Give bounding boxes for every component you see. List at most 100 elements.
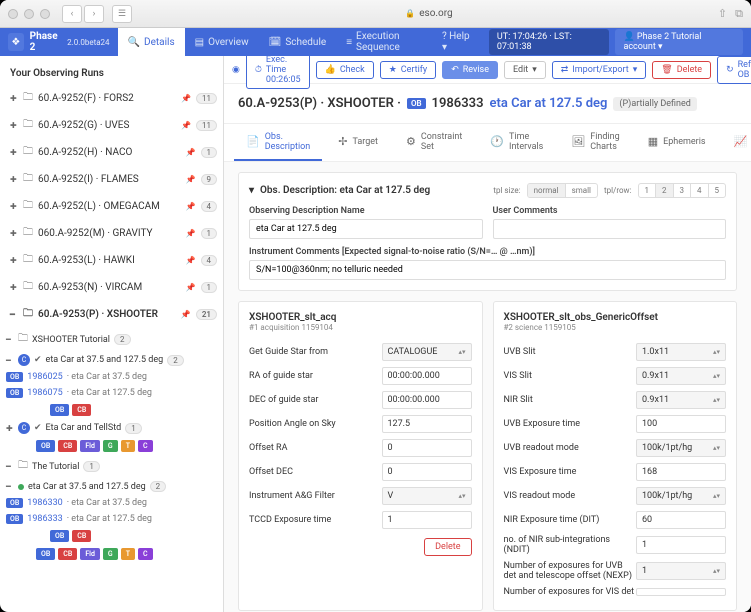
subtab-obs-description[interactable]: 📄Obs. Description	[234, 124, 322, 161]
sidebar-toggle[interactable]: ☰	[112, 5, 132, 23]
param-row: Number of exposures for UVB det and tele…	[504, 558, 727, 584]
param-value[interactable]: 1	[382, 511, 472, 529]
param-row: Position Angle on Sky127.5	[249, 412, 472, 436]
param-value[interactable]: 100k/1pt/hg▴▾	[636, 439, 726, 457]
delete-button[interactable]: 🗑Delete	[652, 61, 711, 79]
instr-comments-input[interactable]	[249, 260, 726, 280]
chip-row: OBCBFldGTC	[0, 437, 223, 455]
tree-folder[interactable]: ━🗀XSHOOTER Tutorial2	[0, 328, 223, 351]
select-arrows-icon: ▴▾	[713, 372, 720, 380]
import-export-menu[interactable]: ⇄Import/Export ▾	[552, 61, 647, 79]
param-value[interactable]: V▴▾	[382, 487, 472, 505]
exec-time-button[interactable]: ⏱Exec. Time 00:26:05	[246, 56, 310, 89]
tree-ob[interactable]: OB1986330· eta Car at 37.5 deg	[0, 495, 223, 511]
param-value[interactable]: 0	[382, 463, 472, 481]
field-label: Observing Description Name	[249, 206, 483, 216]
param-value[interactable]: 100	[636, 415, 726, 433]
param-label: UVB readout mode	[504, 443, 637, 453]
obs-name-input[interactable]	[249, 219, 483, 239]
run-item[interactable]: ✚🗀60.A-9252(L) · OMEGACAM📌4	[0, 193, 223, 220]
param-value[interactable]: CATALOGUE▴▾	[382, 343, 472, 361]
param-row: Number of exposures for VIS det	[504, 584, 727, 600]
param-value[interactable]: 168	[636, 463, 726, 481]
window-controls[interactable]	[8, 9, 50, 19]
account-menu[interactable]: 👤 Phase 2 Tutorial account ▾	[615, 29, 743, 55]
tab-exec-sequence[interactable]: ≡Execution Sequence	[336, 28, 434, 56]
target-icon: ✢	[338, 135, 347, 148]
chip-ob[interactable]: OB	[50, 404, 69, 416]
tree-container[interactable]: ✚C✔Eta Car and TellStd1	[0, 419, 223, 437]
param-value[interactable]: 0.9x11▴▾	[636, 367, 726, 385]
param-row: RA of guide star00:00:00.000	[249, 364, 472, 388]
run-item[interactable]: ✚🗀60.A-9252(G) · UVES📌11	[0, 112, 223, 139]
param-row: Instrument A&G FilterV▴▾	[249, 484, 472, 508]
param-value[interactable]: 0.9x11▴▾	[636, 391, 726, 409]
run-item[interactable]: ✚🗀60.A-9252(F) · FORS2📌11	[0, 85, 223, 112]
param-value[interactable]: 1▴▾	[636, 562, 726, 580]
subtab-target[interactable]: ✢Target	[326, 124, 390, 161]
tab-details[interactable]: 🔍Details	[118, 28, 185, 56]
tpl-size-toggle[interactable]: normalsmall	[527, 183, 598, 198]
tab-schedule[interactable]: 🗓Schedule	[259, 28, 337, 56]
subtab-ephemeris[interactable]: ▦Ephemeris	[636, 124, 718, 161]
calendar-icon: 🗓	[269, 37, 282, 48]
run-item[interactable]: ✚🗀60.A-9253(N) · VIRCAM📌1	[0, 274, 223, 301]
revise-button[interactable]: ↶Revise	[442, 61, 498, 79]
run-item[interactable]: ✚🗀60.A-9252(I) · FLAMES📌9	[0, 166, 223, 193]
param-label: Get Guide Star from	[249, 347, 382, 357]
share-icon[interactable]: ⇧	[718, 7, 727, 21]
tree-container[interactable]: ━C✔eta Car at 37.5 and 127.5 deg2	[0, 351, 223, 369]
forward-button[interactable]: ›	[84, 5, 104, 23]
run-item[interactable]: ✚🗀60.A-9253(L) · HAWKI📌4	[0, 247, 223, 274]
chip-row: OBCBFldGTC	[0, 545, 223, 563]
tree-folder[interactable]: ━🗀The Tutorial1	[0, 455, 223, 478]
tree-ob[interactable]: OB1986075· eta Car at 127.5 deg	[0, 385, 223, 401]
subtab-visibility[interactable]: 📈Target Visibility	[722, 124, 751, 161]
tree-ob[interactable]: OB1986025· eta Car at 37.5 deg	[0, 369, 223, 385]
param-label: DEC of guide star	[249, 395, 382, 405]
ob-name-link[interactable]: eta Car at 127.5 deg	[490, 96, 608, 111]
run-item[interactable]: ✚🗀060.A-9252(M) · GRAVITY📌1	[0, 220, 223, 247]
param-label: Offset RA	[249, 443, 382, 453]
back-button[interactable]: ‹	[62, 5, 82, 23]
trash-icon: 🗑	[661, 65, 672, 75]
certify-button[interactable]: ★Certify	[380, 61, 437, 79]
param-label: UVB Slit	[504, 347, 637, 357]
tree-ob-selected[interactable]: OB1986333· eta Car at 127.5 deg	[0, 511, 223, 527]
param-value[interactable]: 60	[636, 511, 726, 529]
param-row: VIS Slit0.9x11▴▾	[504, 364, 727, 388]
run-item-active[interactable]: ━🗀60.A-9253(P) · XSHOOTER📌21	[0, 301, 223, 328]
param-value[interactable]: 00:00:00.000	[382, 367, 472, 385]
refresh-button[interactable]: ↻Refresh OB	[717, 56, 751, 84]
param-value[interactable]: 1.0x11▴▾	[636, 343, 726, 361]
chart-icon: 📈	[734, 135, 748, 148]
param-value[interactable]: 127.5	[382, 415, 472, 433]
subtab-time[interactable]: 🕐Time Intervals	[478, 124, 555, 161]
user-comments-input[interactable]	[493, 219, 727, 239]
chevron-down-icon[interactable]: ▾	[249, 185, 254, 196]
sequence-icon: ≡	[346, 37, 352, 48]
check-button[interactable]: 👍Check	[316, 61, 374, 79]
tab-overview[interactable]: ▤Overview	[185, 28, 259, 56]
delete-template-button[interactable]: Delete	[424, 538, 471, 556]
param-value[interactable]: 00:00:00.000	[382, 391, 472, 409]
subtab-finding[interactable]: 🖼Finding Charts	[559, 124, 631, 161]
folder-icon: 🗀	[23, 90, 33, 107]
param-value[interactable]: 1	[636, 536, 726, 554]
subtab-constraint[interactable]: ⚙Constraint Set	[394, 124, 474, 161]
url-bar[interactable]: 🔒eso.org	[140, 8, 718, 19]
param-value[interactable]	[636, 588, 726, 596]
edit-menu[interactable]: Edit ▾	[504, 61, 546, 79]
field-label: User Comments	[493, 206, 727, 216]
help-menu[interactable]: ? Help ▾	[434, 31, 483, 53]
param-row: Offset DEC0	[249, 460, 472, 484]
param-value[interactable]: 0	[382, 439, 472, 457]
param-label: Instrument A&G Filter	[249, 491, 382, 501]
run-item[interactable]: ✚🗀60.A-9252(H) · NACO📌1	[0, 139, 223, 166]
tree-container[interactable]: ━eta Car at 37.5 and 127.5 deg2	[0, 478, 223, 495]
chip-cb[interactable]: CB	[72, 404, 91, 416]
tpl-row-toggle[interactable]: 12345	[638, 183, 727, 198]
param-label: Number of exposures for VIS det	[504, 587, 637, 597]
param-value[interactable]: 100k/1pt/hg▴▾	[636, 487, 726, 505]
tabs-icon[interactable]: ⧉	[735, 7, 743, 21]
